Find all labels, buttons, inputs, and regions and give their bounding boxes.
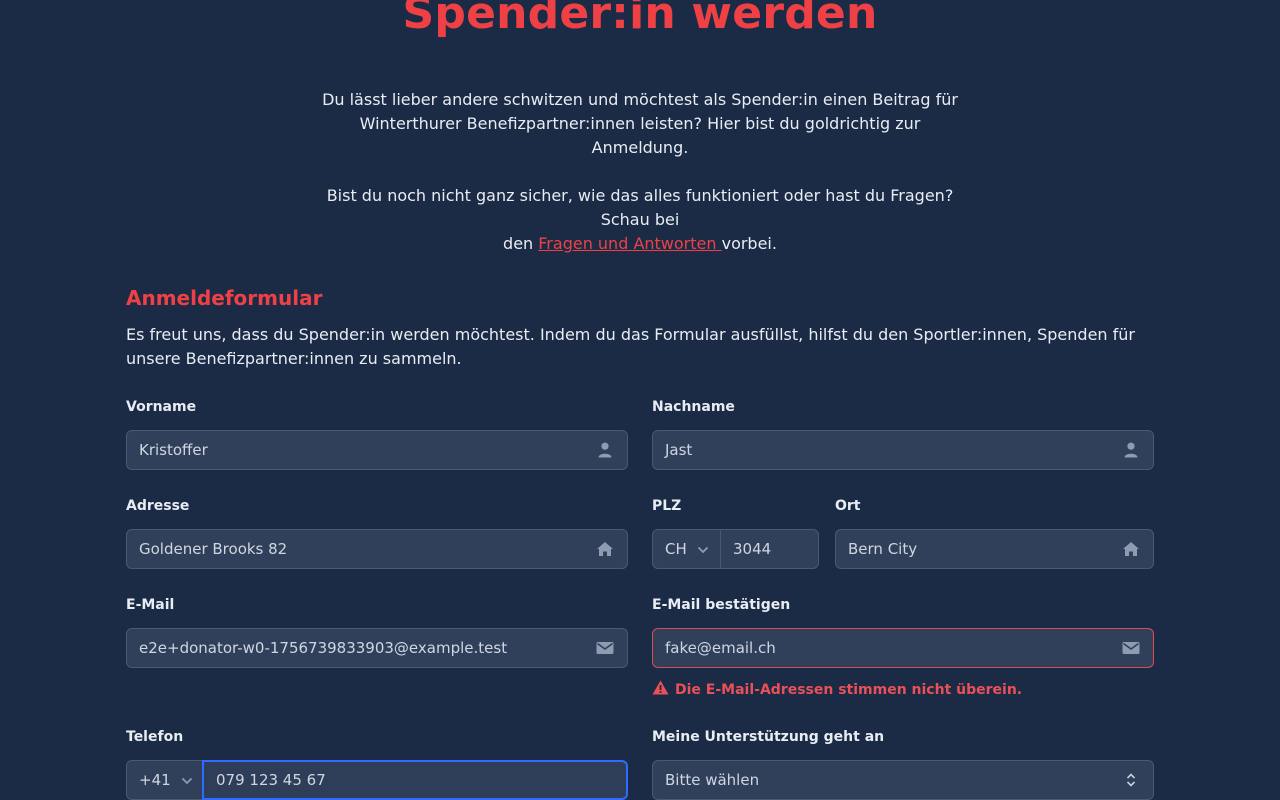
email-error-text: Die E-Mail-Adressen stimmen nicht überei… bbox=[675, 681, 1023, 698]
user-icon bbox=[1109, 431, 1153, 469]
firstname-value: Kristoffer bbox=[139, 441, 208, 459]
form-description: Es freut uns, dass du Spender:in werden … bbox=[126, 325, 1135, 368]
city-value: Bern City bbox=[848, 540, 918, 558]
faq-link[interactable]: Fragen und Antworten bbox=[538, 234, 721, 253]
address-label: Adresse bbox=[126, 498, 190, 514]
faq-line-1: Bist du noch nicht ganz sicher, wie das … bbox=[326, 186, 954, 229]
support-value: Bitte wählen bbox=[665, 771, 760, 789]
sort-chevrons-icon bbox=[1109, 761, 1153, 799]
email-confirm-field[interactable]: fake@email.ch bbox=[652, 628, 1154, 668]
phone-field[interactable]: 079 123 45 67 bbox=[202, 760, 628, 800]
page: Spender:in werden Du lässt lieber andere… bbox=[0, 0, 1280, 800]
zip-value: 3044 bbox=[733, 540, 772, 558]
zip-label: PLZ bbox=[652, 498, 682, 514]
intro-line-2: Winterthurer Benefizpartner:innen leiste… bbox=[359, 114, 921, 157]
email-label: E-Mail bbox=[126, 597, 175, 613]
phone-label: Telefon bbox=[126, 729, 184, 745]
lastname-value: Jast bbox=[665, 441, 693, 459]
faq-suffix: vorbei. bbox=[721, 234, 777, 253]
chevron-down-icon bbox=[181, 771, 193, 789]
intro-line-1: Du lässt lieber andere schwitzen und möc… bbox=[322, 90, 958, 109]
envelope-icon bbox=[1109, 629, 1153, 667]
home-icon bbox=[1109, 530, 1153, 568]
lastname-label: Nachname bbox=[652, 399, 735, 415]
email-confirm-label: E-Mail bestätigen bbox=[652, 597, 791, 613]
phone-value: 079 123 45 67 bbox=[216, 771, 326, 789]
city-label: Ort bbox=[835, 498, 861, 514]
email-confirm-value: fake@email.ch bbox=[665, 639, 776, 657]
warning-icon bbox=[652, 680, 669, 699]
user-icon bbox=[583, 431, 627, 469]
email-value: e2e+donator-w0-1756739833903@example.tes… bbox=[139, 639, 508, 657]
support-label: Meine Unterstützung geht an bbox=[652, 729, 885, 745]
country-select[interactable]: CH bbox=[652, 529, 721, 569]
country-value: CH bbox=[665, 540, 687, 558]
email-error-message: Die E-Mail-Adressen stimmen nicht überei… bbox=[652, 680, 1022, 699]
chevron-down-icon bbox=[697, 540, 709, 558]
faq-prefix: den bbox=[503, 234, 539, 253]
faq-text: Bist du noch nicht ganz sicher, wie das … bbox=[310, 184, 970, 256]
form-title: Anmeldeformular bbox=[126, 286, 323, 310]
home-icon bbox=[583, 530, 627, 568]
intro-text: Du lässt lieber andere schwitzen und möc… bbox=[310, 88, 970, 160]
envelope-icon bbox=[583, 629, 627, 667]
phone-prefix-select[interactable]: +41 bbox=[126, 760, 203, 800]
zip-field[interactable]: 3044 bbox=[720, 529, 819, 569]
lastname-field[interactable]: Jast bbox=[652, 430, 1154, 470]
address-field[interactable]: Goldener Brooks 82 bbox=[126, 529, 628, 569]
email-field[interactable]: e2e+donator-w0-1756739833903@example.tes… bbox=[126, 628, 628, 668]
firstname-field[interactable]: Kristoffer bbox=[126, 430, 628, 470]
phone-prefix-value: +41 bbox=[139, 771, 171, 789]
page-title: Spender:in werden bbox=[402, 0, 878, 39]
support-select[interactable]: Bitte wählen bbox=[652, 760, 1154, 800]
city-field[interactable]: Bern City bbox=[835, 529, 1154, 569]
address-value: Goldener Brooks 82 bbox=[139, 540, 288, 558]
firstname-label: Vorname bbox=[126, 399, 197, 415]
